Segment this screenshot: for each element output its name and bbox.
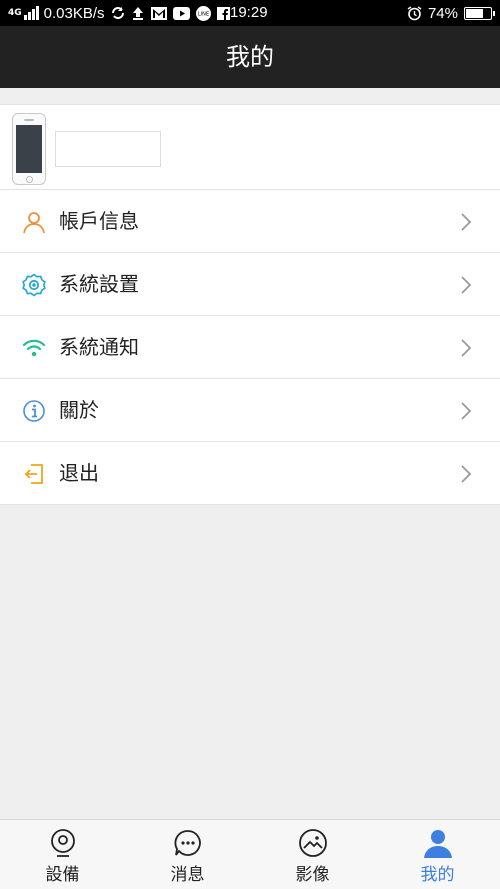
menu-label: 退出 bbox=[59, 461, 99, 485]
tab-label: 設備 bbox=[45, 865, 80, 885]
alarm-icon bbox=[407, 5, 422, 20]
gear-icon bbox=[22, 273, 46, 297]
menu-label: 關於 bbox=[59, 398, 99, 422]
phone-device-image bbox=[12, 113, 46, 185]
signal-icon bbox=[23, 6, 40, 20]
network-speed: 0.03KB/s bbox=[43, 4, 105, 22]
logout-icon bbox=[24, 464, 43, 484]
bottom-nav: 設備 消息 影像 我的 bbox=[0, 819, 500, 889]
sync-icon bbox=[111, 7, 124, 19]
tab-devices[interactable]: 設備 bbox=[0, 820, 125, 889]
message-icon bbox=[173, 830, 201, 856]
status-time: 19:29 bbox=[230, 4, 268, 21]
page-title: 我的 bbox=[0, 26, 500, 88]
facebook-icon bbox=[216, 6, 230, 20]
upload-icon bbox=[132, 7, 143, 20]
user-icon bbox=[23, 212, 45, 234]
device-name-field[interactable] bbox=[55, 131, 161, 167]
tab-label: 影像 bbox=[295, 865, 330, 885]
menu-label: 系統通知 bbox=[59, 335, 139, 359]
chevron-right-icon bbox=[461, 339, 472, 357]
tab-profile[interactable]: 我的 bbox=[375, 820, 500, 889]
info-icon bbox=[23, 400, 45, 422]
status-bar: 4G 0.03KB/s LINE 19:29 74% bbox=[0, 0, 500, 26]
tab-label: 消息 bbox=[170, 865, 205, 885]
menu-label: 帳戶信息 bbox=[59, 209, 139, 233]
device-icon bbox=[50, 829, 75, 857]
chevron-right-icon bbox=[461, 213, 472, 231]
network-type: 4G bbox=[8, 7, 22, 18]
profile-icon bbox=[423, 830, 452, 858]
line-icon: LINE bbox=[195, 5, 211, 21]
menu-label: 系統設置 bbox=[59, 272, 139, 296]
gmail-icon bbox=[150, 6, 167, 20]
chevron-right-icon bbox=[461, 465, 472, 483]
tab-messages[interactable]: 消息 bbox=[125, 820, 250, 889]
battery-icon bbox=[464, 6, 495, 20]
menu-item-about[interactable]: 關於 bbox=[0, 379, 500, 442]
battery-percent: 74% bbox=[427, 4, 458, 22]
image-icon bbox=[298, 829, 327, 857]
tab-images[interactable]: 影像 bbox=[250, 820, 375, 889]
menu-item-system-settings[interactable]: 系統設置 bbox=[0, 253, 500, 316]
menu-item-logout[interactable]: 退出 bbox=[0, 442, 500, 505]
menu-item-account-info[interactable]: 帳戶信息 bbox=[0, 190, 500, 253]
chevron-right-icon bbox=[461, 402, 472, 420]
youtube-icon bbox=[172, 6, 190, 20]
menu-item-system-notifications[interactable]: 系統通知 bbox=[0, 316, 500, 379]
tab-label: 我的 bbox=[420, 865, 455, 885]
svg-text:LINE: LINE bbox=[197, 11, 208, 17]
wifi-icon bbox=[22, 339, 46, 357]
device-card[interactable] bbox=[0, 104, 500, 190]
chevron-right-icon bbox=[461, 276, 472, 294]
